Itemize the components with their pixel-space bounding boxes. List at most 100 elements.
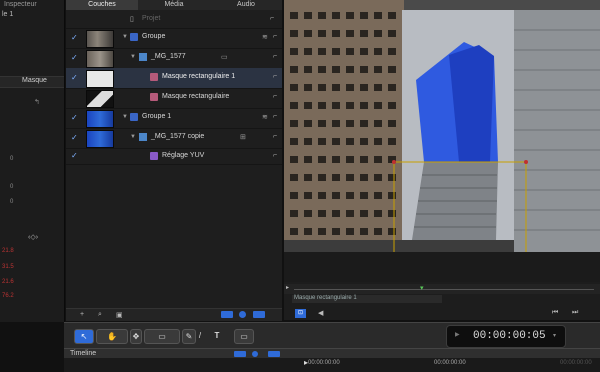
filter-badge-icon[interactable]: ⊞ [240, 133, 246, 141]
lock-icon[interactable]: ⌐ [273, 152, 277, 159]
inspector-value: 0 [10, 199, 14, 205]
layer-row-masque-1[interactable]: ✓ Masque rectangulaire 1 ⌐ [66, 68, 282, 89]
inspector-panel: Inspecteur le 1 Masque ↰ 0 0 0 ‹◇› 21.8 … [0, 0, 65, 322]
mask-handle[interactable] [524, 160, 528, 164]
view-list-icon[interactable] [234, 351, 246, 357]
toolbar: ↖ ✋ ✥ ▭ ✎ / T ▭ ▶ 00:00:00:05 ▾ [64, 322, 600, 349]
tab-masque[interactable]: Masque [22, 77, 47, 84]
disclosure-triangle-icon[interactable]: ▼ [130, 54, 136, 60]
view-list-icon[interactable] [221, 311, 233, 318]
audio-icon[interactable]: ◀ [318, 309, 323, 317]
playhead-icon[interactable]: ▾ [420, 284, 424, 292]
inspector-title: Inspecteur [4, 1, 37, 8]
view-circle-icon[interactable] [252, 351, 258, 357]
keyframe-value: 76.2 [2, 293, 14, 299]
lock-icon[interactable]: ⌐ [273, 73, 277, 80]
canvas-image [284, 0, 600, 282]
lock-icon[interactable]: ⌐ [273, 53, 277, 60]
layer-row-groupe[interactable]: ✓ ▼ Groupe ≋ ⌐ [66, 28, 282, 49]
tab-media[interactable]: Média [138, 0, 210, 10]
reset-icon[interactable]: ↰ [34, 98, 40, 106]
thumbnail-toggle-icon[interactable]: ▣ [116, 311, 123, 319]
layer-label: Groupe [142, 33, 166, 40]
timecode-display[interactable]: ▶ 00:00:00:05 ▾ [446, 325, 566, 348]
disclosure-triangle-icon[interactable]: ▼ [130, 134, 136, 140]
mask-handle[interactable] [392, 160, 396, 164]
project-row[interactable]: ▯ Projet ⌐ [66, 10, 282, 29]
layer-row-mg1577[interactable]: ✓ ▼ _MG_1577 ▭ ⌐ [66, 48, 282, 69]
tab-couches[interactable]: Couches [66, 0, 138, 10]
play-icon[interactable]: ▶ [455, 331, 460, 338]
mini-layer-label: Masque rectangulaire 1 [294, 295, 357, 301]
mask-icon [150, 93, 158, 101]
lock-icon[interactable]: ⌐ [273, 133, 277, 140]
group-icon [130, 113, 138, 121]
layer-row-mg1577-copie[interactable]: ✓ ▼ _MG_1577 copie ⊞ ⌐ [66, 128, 282, 149]
transform-tool-button[interactable]: ✋ [96, 329, 128, 344]
mini-timeline[interactable]: ▸ ▾ [284, 284, 600, 294]
timeline-label: Timeline [70, 350, 97, 357]
layer-options-icon[interactable]: ≋ [262, 113, 268, 121]
layer-row-masque[interactable]: Masque rectangulaire ⌐ [66, 88, 282, 109]
layer-label: Masque rectangulaire [162, 93, 230, 100]
layers-footer: + ⌕ ▣ [66, 308, 282, 321]
lock-icon[interactable]: ⌐ [273, 93, 277, 100]
building-left [284, 0, 404, 252]
layer-label: Groupe 1 [142, 113, 172, 120]
keyframe-nav-icon[interactable]: ‹◇› [28, 233, 38, 241]
tab-audio[interactable]: Audio [210, 0, 282, 10]
playhead-marker-icon[interactable]: ▸ [304, 358, 308, 367]
brush-tool-button[interactable]: / [194, 329, 206, 342]
ruler-mid-label: 00:00:00:00 [434, 360, 466, 366]
layer-checkbox[interactable]: ✓ [71, 34, 78, 42]
layer-checkbox[interactable]: ✓ [71, 152, 78, 160]
project-label: Projet [142, 15, 161, 22]
keyframe-value: 21.8 [2, 248, 14, 254]
disclosure-triangle-icon[interactable]: ▼ [122, 114, 128, 120]
keyframe-value: 21.6 [2, 279, 14, 285]
view-circle-icon[interactable] [239, 311, 246, 318]
search-icon[interactable]: ⌕ [98, 311, 102, 319]
timecode-dropdown-icon[interactable]: ▾ [553, 332, 556, 339]
mask-badge-icon[interactable]: ▭ [221, 53, 228, 61]
layer-options-icon[interactable]: ≋ [262, 33, 268, 41]
ruler-start-label: 00:00:00:00 [308, 360, 340, 366]
disclosure-triangle-icon[interactable]: ▼ [122, 34, 128, 40]
view-grid-icon[interactable] [268, 351, 280, 357]
inspect-icon[interactable]: ⊡ [295, 309, 306, 318]
lock-icon[interactable]: ⌐ [273, 33, 277, 40]
layer-thumbnail [86, 30, 114, 48]
image-icon [139, 133, 147, 141]
go-to-end-icon[interactable]: ⏭ [572, 309, 578, 317]
timecode-value: 00:00:00:05 [473, 330, 546, 342]
layer-thumbnail [86, 110, 114, 128]
mask-thumbnail [86, 90, 114, 108]
canvas-controls: ▸ ▾ Masque rectangulaire 1 ⊡ ◀ ⏮ ⏭ [284, 282, 600, 320]
view-grid-icon[interactable] [253, 311, 265, 318]
layer-checkbox[interactable]: ✓ [71, 134, 78, 142]
layers-list: ▯ Projet ⌐ ✓ ▼ Groupe ≋ ⌐ ✓ ▼ _MG_1577 ▭… [66, 10, 282, 308]
timeline-ruler[interactable]: 00:00:00:00 00:00:00:00 00:00:00:00 ▸ [64, 358, 600, 372]
layer-checkbox[interactable]: ✓ [71, 74, 78, 82]
layer-label: Masque rectangulaire 1 [162, 73, 236, 80]
lock-icon[interactable]: ⌐ [273, 113, 277, 120]
canvas-viewer[interactable] [284, 0, 600, 282]
document-icon: ▯ [130, 16, 134, 23]
mask-icon [150, 73, 158, 81]
mask-tool-button[interactable]: ▭ [234, 329, 254, 344]
lock-icon[interactable]: ⌐ [270, 15, 274, 22]
pan-tool-button[interactable]: ✥ [130, 329, 142, 344]
shape-tool-button[interactable]: ▭ [144, 329, 180, 344]
group-icon [130, 33, 138, 41]
add-layer-icon[interactable]: + [80, 311, 84, 318]
play-range-start-icon[interactable]: ▸ [286, 284, 289, 291]
layer-row-groupe-1[interactable]: ✓ ▼ Groupe 1 ≋ ⌐ [66, 108, 282, 129]
layer-row-reglage-yuv[interactable]: ✓ Réglage YUV ⌐ [66, 148, 282, 165]
layer-checkbox[interactable]: ✓ [71, 54, 78, 62]
go-to-start-icon[interactable]: ⏮ [552, 309, 558, 317]
mini-layer-bar[interactable]: Masque rectangulaire 1 [292, 295, 442, 303]
select-tool-button[interactable]: ↖ [74, 329, 94, 344]
layer-checkbox[interactable]: ✓ [71, 114, 78, 122]
text-tool-button[interactable]: T [210, 329, 224, 342]
mask-thumbnail [86, 70, 114, 88]
